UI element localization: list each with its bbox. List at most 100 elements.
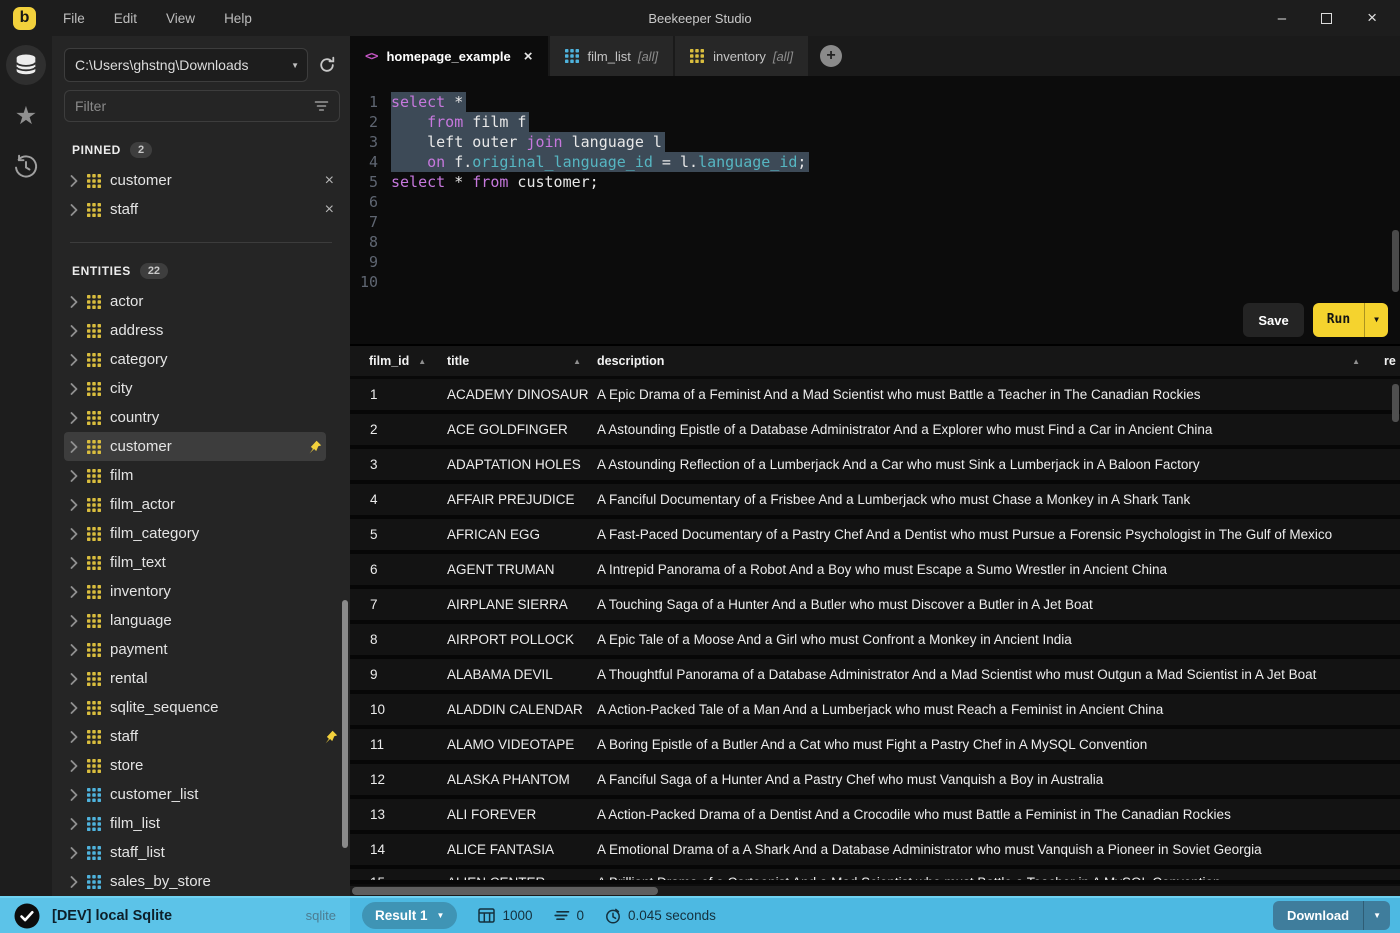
sidebar-item-language[interactable]: language bbox=[52, 606, 350, 635]
cell-title[interactable]: AGENT TRUMAN bbox=[447, 562, 597, 577]
cell-film-id[interactable]: 13 bbox=[350, 807, 447, 822]
cell-film-id[interactable]: 10 bbox=[350, 702, 447, 717]
cell-title[interactable]: ACADEMY DINOSAUR bbox=[447, 387, 597, 402]
history-tab-icon[interactable] bbox=[6, 147, 46, 187]
pin-icon[interactable] bbox=[324, 730, 338, 744]
cell-title[interactable]: ALABAMA DEVIL bbox=[447, 667, 597, 682]
chevron-right-icon[interactable] bbox=[70, 527, 78, 540]
download-label[interactable]: Download bbox=[1273, 901, 1363, 930]
chevron-right-icon[interactable] bbox=[70, 469, 78, 482]
sidebar-item-city[interactable]: city bbox=[52, 374, 350, 403]
cell-description[interactable]: A Intrepid Panorama of a Robot And a Boy… bbox=[597, 562, 1400, 577]
chevron-right-icon[interactable] bbox=[70, 730, 78, 743]
chevron-right-icon[interactable] bbox=[70, 353, 78, 366]
cell-film-id[interactable]: 11 bbox=[350, 737, 447, 752]
cell-title[interactable]: ALASKA PHANTOM bbox=[447, 772, 597, 787]
editor-scrollbar[interactable] bbox=[1392, 230, 1399, 292]
cell-title[interactable]: ALI FOREVER bbox=[447, 807, 597, 822]
sidebar-item-film_list[interactable]: film_list bbox=[52, 809, 350, 838]
run-options-caret[interactable]: ▼ bbox=[1364, 303, 1388, 337]
database-tab-icon[interactable] bbox=[6, 45, 46, 85]
download-button[interactable]: Download ▼ bbox=[1272, 901, 1390, 930]
cell-film-id[interactable]: 4 bbox=[350, 492, 447, 507]
code-line-1[interactable]: 1 select * bbox=[350, 92, 1400, 112]
entities-section-header[interactable]: ENTITIES 22 bbox=[52, 263, 350, 279]
new-tab-button[interactable]: + bbox=[820, 45, 843, 67]
chevron-right-icon[interactable] bbox=[70, 585, 78, 598]
chevron-right-icon[interactable] bbox=[70, 614, 78, 627]
sidebar-item-actor[interactable]: actor bbox=[52, 287, 350, 316]
maximize-icon[interactable] bbox=[1321, 12, 1333, 24]
cell-film-id[interactable]: 3 bbox=[350, 457, 447, 472]
pinned-section-header[interactable]: PINNED 2 bbox=[52, 142, 350, 158]
cell-description[interactable]: A Astounding Epistle of a Database Admin… bbox=[597, 422, 1400, 437]
chevron-right-icon[interactable] bbox=[70, 556, 78, 569]
cell-film-id[interactable]: 2 bbox=[350, 422, 447, 437]
cell-film-id[interactable]: 6 bbox=[350, 562, 447, 577]
cell-description[interactable]: A Boring Epistle of a Butler And a Cat w… bbox=[597, 737, 1400, 752]
results-vertical-scrollbar[interactable] bbox=[1392, 384, 1399, 422]
cell-description[interactable]: A Epic Drama of a Feminist And a Mad Sci… bbox=[597, 387, 1400, 402]
code-line-7[interactable]: 7 bbox=[350, 212, 1400, 232]
chevron-right-icon[interactable] bbox=[70, 672, 78, 685]
menu-view[interactable]: View bbox=[166, 11, 195, 26]
close-icon[interactable]: × bbox=[1367, 8, 1377, 28]
table-row[interactable]: 12 ALASKA PHANTOM A Fanciful Saga of a Hun… bbox=[350, 764, 1400, 799]
cell-description[interactable]: A Action-Packed Tale of a Man And a Lumb… bbox=[597, 702, 1400, 717]
chevron-right-icon[interactable] bbox=[70, 411, 78, 424]
chevron-right-icon[interactable] bbox=[70, 295, 78, 308]
unpin-close-icon[interactable]: × bbox=[325, 172, 334, 189]
sidebar-item-inventory[interactable]: inventory bbox=[52, 577, 350, 606]
sidebar-item-customer[interactable]: customer bbox=[64, 432, 326, 461]
code-line-8[interactable]: 8 bbox=[350, 232, 1400, 252]
refresh-button[interactable] bbox=[314, 52, 340, 78]
table-row[interactable]: 5 AFRICAN EGG A Fast-Paced Documentary of … bbox=[350, 519, 1400, 554]
download-options-caret[interactable]: ▼ bbox=[1363, 901, 1390, 930]
cell-description[interactable]: A Brilliant Drama of a Cartoonist And a … bbox=[597, 875, 1400, 880]
run-button-label[interactable]: Run bbox=[1313, 303, 1364, 337]
sidebar-item-sqlite_sequence[interactable]: sqlite_sequence bbox=[52, 693, 350, 722]
sidebar-item-staff[interactable]: staff × bbox=[52, 195, 350, 224]
cell-description[interactable]: A Fanciful Saga of a Hunter And a Pastry… bbox=[597, 772, 1400, 787]
chevron-right-icon[interactable] bbox=[70, 875, 78, 888]
cell-title[interactable]: ALIEN CENTER bbox=[447, 875, 597, 880]
entity-filter-input[interactable]: Filter bbox=[64, 90, 340, 122]
table-row[interactable]: 6 AGENT TRUMAN A Intrepid Panorama of a Ro… bbox=[350, 554, 1400, 589]
table-row[interactable]: 11 ALAMO VIDEOTAPE A Boring Epistle of a B… bbox=[350, 729, 1400, 764]
result-selector[interactable]: Result 1 ▼ bbox=[362, 902, 458, 929]
cell-description[interactable]: A Epic Tale of a Moose And a Girl who mu… bbox=[597, 632, 1400, 647]
unpin-close-icon[interactable]: × bbox=[325, 201, 334, 218]
code-line-10[interactable]: 10 bbox=[350, 272, 1400, 292]
tab-inventory[interactable]: inventory [all] bbox=[675, 36, 809, 76]
chevron-right-icon[interactable] bbox=[70, 174, 78, 187]
cell-title[interactable]: AIRPLANE SIERRA bbox=[447, 597, 597, 612]
cell-film-id[interactable]: 7 bbox=[350, 597, 447, 612]
cell-description[interactable]: A Action-Packed Drama of a Dentist And a… bbox=[597, 807, 1400, 822]
chevron-right-icon[interactable] bbox=[70, 440, 78, 453]
sidebar-item-sales_by_store[interactable]: sales_by_store bbox=[52, 867, 350, 896]
sidebar-item-category[interactable]: category bbox=[52, 345, 350, 374]
cell-film-id[interactable]: 1 bbox=[350, 387, 447, 402]
sidebar-item-film_text[interactable]: film_text bbox=[52, 548, 350, 577]
cell-description[interactable]: A Fanciful Documentary of a Frisbee And … bbox=[597, 492, 1400, 507]
sidebar-item-staff_list[interactable]: staff_list bbox=[52, 838, 350, 867]
sidebar-item-staff[interactable]: staff bbox=[52, 722, 350, 751]
menu-file[interactable]: File bbox=[63, 11, 85, 26]
cell-title[interactable]: ALAMO VIDEOTAPE bbox=[447, 737, 597, 752]
cell-description[interactable]: A Touching Saga of a Hunter And a Butler… bbox=[597, 597, 1400, 612]
tab-film_list[interactable]: film_list [all] bbox=[549, 36, 674, 76]
favorites-tab-icon[interactable]: ★ bbox=[6, 96, 46, 136]
tab-close-icon[interactable]: × bbox=[524, 48, 533, 65]
table-row[interactable]: 15 ALIEN CENTER A Brilliant Drama of a Car… bbox=[350, 869, 1400, 884]
cell-description[interactable]: A Emotional Drama of a A Shark And a Dat… bbox=[597, 842, 1400, 857]
cell-film-id[interactable]: 12 bbox=[350, 772, 447, 787]
pin-icon[interactable] bbox=[308, 440, 322, 454]
cell-title[interactable]: ALICE FANTASIA bbox=[447, 842, 597, 857]
code-line-6[interactable]: 6 bbox=[350, 192, 1400, 212]
sidebar-item-payment[interactable]: payment bbox=[52, 635, 350, 664]
cell-film-id[interactable]: 9 bbox=[350, 667, 447, 682]
tab-homepage_example[interactable]: <> homepage_example × bbox=[350, 36, 548, 76]
sidebar-item-address[interactable]: address bbox=[52, 316, 350, 345]
chevron-right-icon[interactable] bbox=[70, 498, 78, 511]
cell-title[interactable]: ALADDIN CALENDAR bbox=[447, 702, 597, 717]
